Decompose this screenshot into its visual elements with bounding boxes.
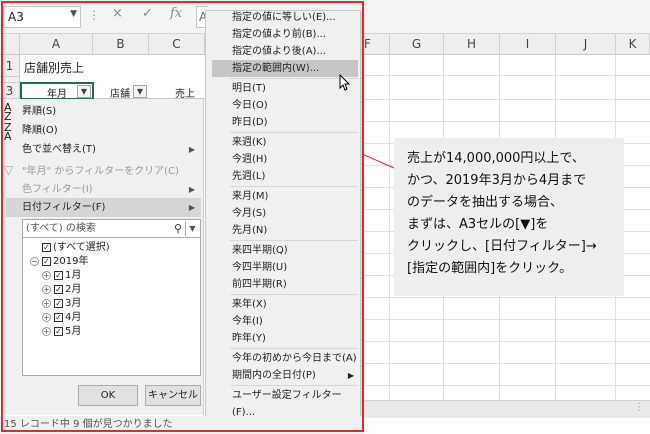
callout-line: のデータを抽出する場合、	[407, 195, 564, 210]
instruction-callout: 売上が14,000,000円以上で、 かつ、2019年3月から4月まで のデータ…	[394, 138, 624, 296]
grid-line	[364, 385, 650, 386]
grid-line	[364, 363, 650, 364]
col-header-i[interactable]: I	[500, 34, 556, 55]
callout-line: まずは、A3セルの[▼]を	[407, 217, 549, 232]
col-header-j[interactable]: J	[556, 34, 616, 55]
callout-line: [指定の範囲内]をクリック。	[407, 261, 573, 276]
callout-line: かつ、2019年3月から4月まで	[407, 173, 587, 188]
highlight-frame	[1, 1, 364, 432]
grid-line	[364, 319, 650, 320]
col-header-h[interactable]: H	[444, 34, 500, 55]
col-header-f[interactable]: F	[362, 34, 390, 55]
callout-connector	[361, 153, 395, 169]
grid-line	[389, 55, 390, 400]
grid-line	[364, 121, 650, 122]
col-header-k[interactable]: K	[616, 34, 650, 55]
callout-line: 売上が14,000,000円以上で、	[407, 151, 585, 166]
grid-line	[364, 297, 650, 298]
grid-line	[364, 99, 650, 100]
more-options-icon[interactable]: ⋮	[634, 402, 644, 413]
grid-line	[364, 75, 650, 76]
col-header-g[interactable]: G	[390, 34, 444, 55]
grid-line	[364, 341, 650, 342]
callout-line: クリックし、[日付フィルター]→	[407, 239, 597, 254]
sheet-status-bar	[364, 400, 650, 418]
